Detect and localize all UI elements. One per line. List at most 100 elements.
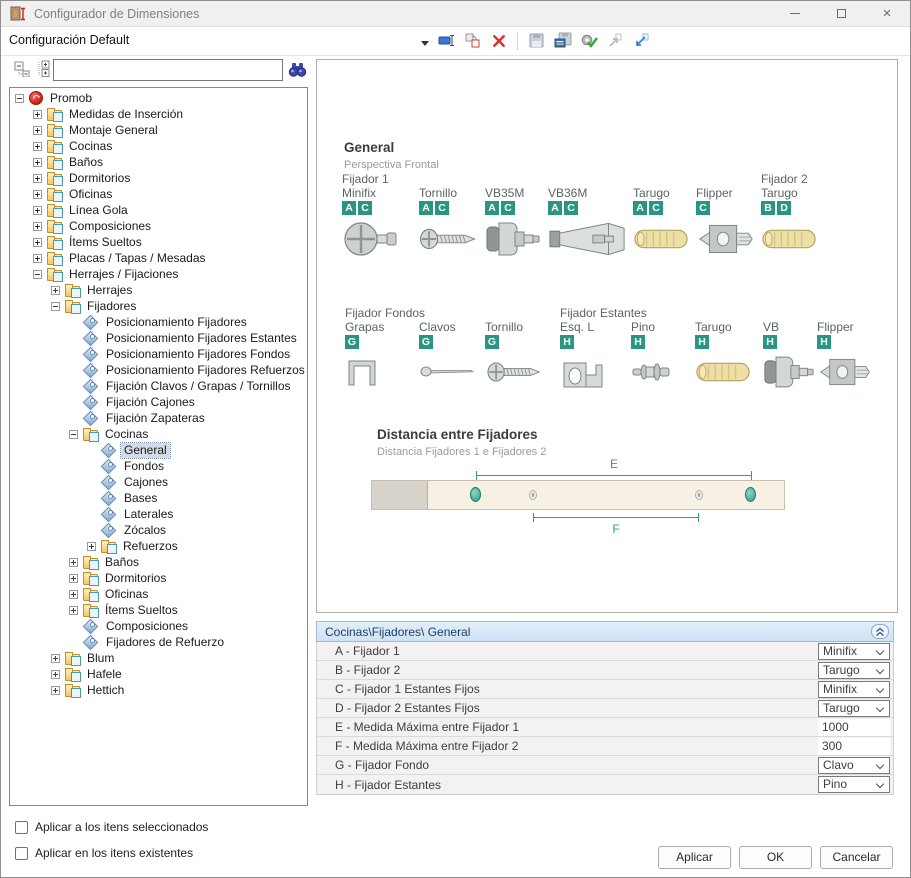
tree-item[interactable]: Oficinas [10, 586, 307, 602]
tree-expander-icon[interactable] [33, 174, 42, 183]
tree-item[interactable]: Montaje General [10, 122, 307, 138]
tree-expander-icon[interactable] [33, 126, 42, 135]
configuration-combo[interactable]: Configuración Default [9, 33, 129, 47]
tree-item[interactable]: Promob [10, 90, 307, 106]
tree-item[interactable]: General [10, 442, 307, 458]
tree-expander-icon[interactable] [51, 654, 60, 663]
tree-item[interactable]: Zócalos [10, 522, 307, 538]
tree-expander-icon[interactable] [33, 206, 42, 215]
tree-item[interactable]: Hafele [10, 666, 307, 682]
tree-item[interactable]: Posicionamiento Fijadores [10, 314, 307, 330]
property-select[interactable]: Tarugo [818, 662, 890, 679]
configuration-tree[interactable]: Promob Medidas de Inserción Montaje Gene… [9, 87, 308, 806]
tree-item[interactable]: Fijación Zapateras [10, 410, 307, 426]
tree-item[interactable]: Baños [10, 554, 307, 570]
apply-button[interactable]: Aplicar [658, 846, 731, 869]
tree-item[interactable]: Dormitorios [10, 570, 307, 586]
tree-item[interactable]: Posicionamiento Fijadores Fondos [10, 346, 307, 362]
property-select[interactable]: Minifix [818, 643, 890, 660]
property-select[interactable]: Tarugo [818, 700, 890, 717]
tree-item[interactable]: Cocinas [10, 138, 307, 154]
tree-item[interactable]: Ítems Sueltos [10, 234, 307, 250]
import-configuration-icon[interactable] [631, 31, 650, 50]
tree-item[interactable]: Herrajes / Fijaciones [10, 266, 307, 282]
checkbox-icon[interactable] [15, 821, 28, 834]
tree-expander-icon[interactable] [87, 542, 96, 551]
tree-expander-icon[interactable] [69, 606, 78, 615]
tree-item[interactable]: Refuerzos [10, 538, 307, 554]
tree-item-label: Fijadores de Refuerzo [103, 635, 227, 650]
tree-expander-icon[interactable] [51, 302, 60, 311]
fastener-badge: C [435, 201, 449, 215]
tree-item[interactable]: Dormitorios [10, 170, 307, 186]
tree-expander-icon[interactable] [69, 558, 78, 567]
tree-item[interactable]: Fijadores de Refuerzo [10, 634, 307, 650]
property-select[interactable]: Minifix [818, 681, 890, 698]
tree-expander-icon[interactable] [33, 254, 42, 263]
tree-item[interactable]: Posicionamiento Fijadores Refuerzos [10, 362, 307, 378]
apply-existing-items-checkbox[interactable]: Aplicar en los itens existentes [15, 846, 193, 860]
apply-selected-items-checkbox[interactable]: Aplicar a los itens seleccionados [15, 820, 208, 834]
tree-item[interactable]: Fijadores [10, 298, 307, 314]
save-to-database-icon[interactable] [553, 31, 572, 50]
tree-item[interactable]: Cocinas [10, 426, 307, 442]
tree-item[interactable]: Fondos [10, 458, 307, 474]
tree-item[interactable]: Hettich [10, 682, 307, 698]
tree-item[interactable]: Placas / Tapas / Mesadas [10, 250, 307, 266]
collapse-all-icon[interactable] [14, 60, 31, 82]
tree-item[interactable]: Posicionamiento Fijadores Estantes [10, 330, 307, 346]
property-input[interactable]: 1000 [818, 719, 890, 736]
tree-expander-icon[interactable] [33, 158, 42, 167]
tree-item[interactable]: Fijación Cajones [10, 394, 307, 410]
tree-expander-icon[interactable] [33, 142, 42, 151]
delete-configuration-icon[interactable] [489, 31, 508, 50]
search-icon[interactable] [288, 61, 307, 83]
tree-expander-icon[interactable] [51, 286, 60, 295]
tree-expander-icon[interactable] [69, 590, 78, 599]
ok-button[interactable]: OK [739, 846, 812, 869]
cancel-button[interactable]: Cancelar [820, 846, 893, 869]
property-row: A - Fijador 1 Minifix [317, 642, 893, 661]
property-select[interactable]: Clavo [818, 757, 890, 774]
checkbox-icon[interactable] [15, 847, 28, 860]
close-button[interactable]: × [864, 1, 910, 26]
tree-item[interactable]: Medidas de Inserción [10, 106, 307, 122]
apply-configuration-icon[interactable] [579, 31, 598, 50]
maximize-button[interactable] [818, 1, 864, 26]
save-icon[interactable] [527, 31, 546, 50]
tree-item[interactable]: Línea Gola [10, 202, 307, 218]
fastener-badge: C [564, 201, 578, 215]
tree-expander-icon[interactable] [51, 686, 60, 695]
expand-all-icon[interactable] [36, 60, 53, 82]
search-input[interactable] [53, 59, 283, 81]
tree-expander-icon[interactable] [33, 270, 42, 279]
tree-item[interactable]: Laterales [10, 506, 307, 522]
property-select[interactable]: Pino [818, 776, 890, 793]
export-configuration-icon[interactable] [605, 31, 624, 50]
tree-item[interactable]: Cajones [10, 474, 307, 490]
tree-item[interactable]: Composiciones [10, 618, 307, 634]
properties-header[interactable]: Cocinas\Fijadores\ General [316, 621, 894, 642]
rename-configuration-icon[interactable] [437, 31, 456, 50]
tree-expander-icon[interactable] [51, 670, 60, 679]
chevron-down-icon[interactable] [421, 41, 429, 46]
tree-expander-icon[interactable] [33, 222, 42, 231]
tree-expander-icon[interactable] [33, 110, 42, 119]
tree-item[interactable]: Bases [10, 490, 307, 506]
minimize-button[interactable] [772, 1, 818, 26]
tree-item[interactable]: Oficinas [10, 186, 307, 202]
tree-item[interactable]: Ítems Sueltos [10, 602, 307, 618]
tree-item[interactable]: Blum [10, 650, 307, 666]
tree-expander-icon[interactable] [15, 94, 24, 103]
collapse-panel-button[interactable] [871, 624, 889, 639]
tree-item[interactable]: Fijación Clavos / Grapas / Tornillos [10, 378, 307, 394]
property-input[interactable]: 300 [818, 738, 890, 755]
tree-expander-icon[interactable] [69, 574, 78, 583]
tree-item[interactable]: Herrajes [10, 282, 307, 298]
duplicate-configuration-icon[interactable] [463, 31, 482, 50]
tree-expander-icon[interactable] [33, 190, 42, 199]
tree-expander-icon[interactable] [33, 238, 42, 247]
tree-item[interactable]: Baños [10, 154, 307, 170]
tree-expander-icon[interactable] [69, 430, 78, 439]
tree-item[interactable]: Composiciones [10, 218, 307, 234]
